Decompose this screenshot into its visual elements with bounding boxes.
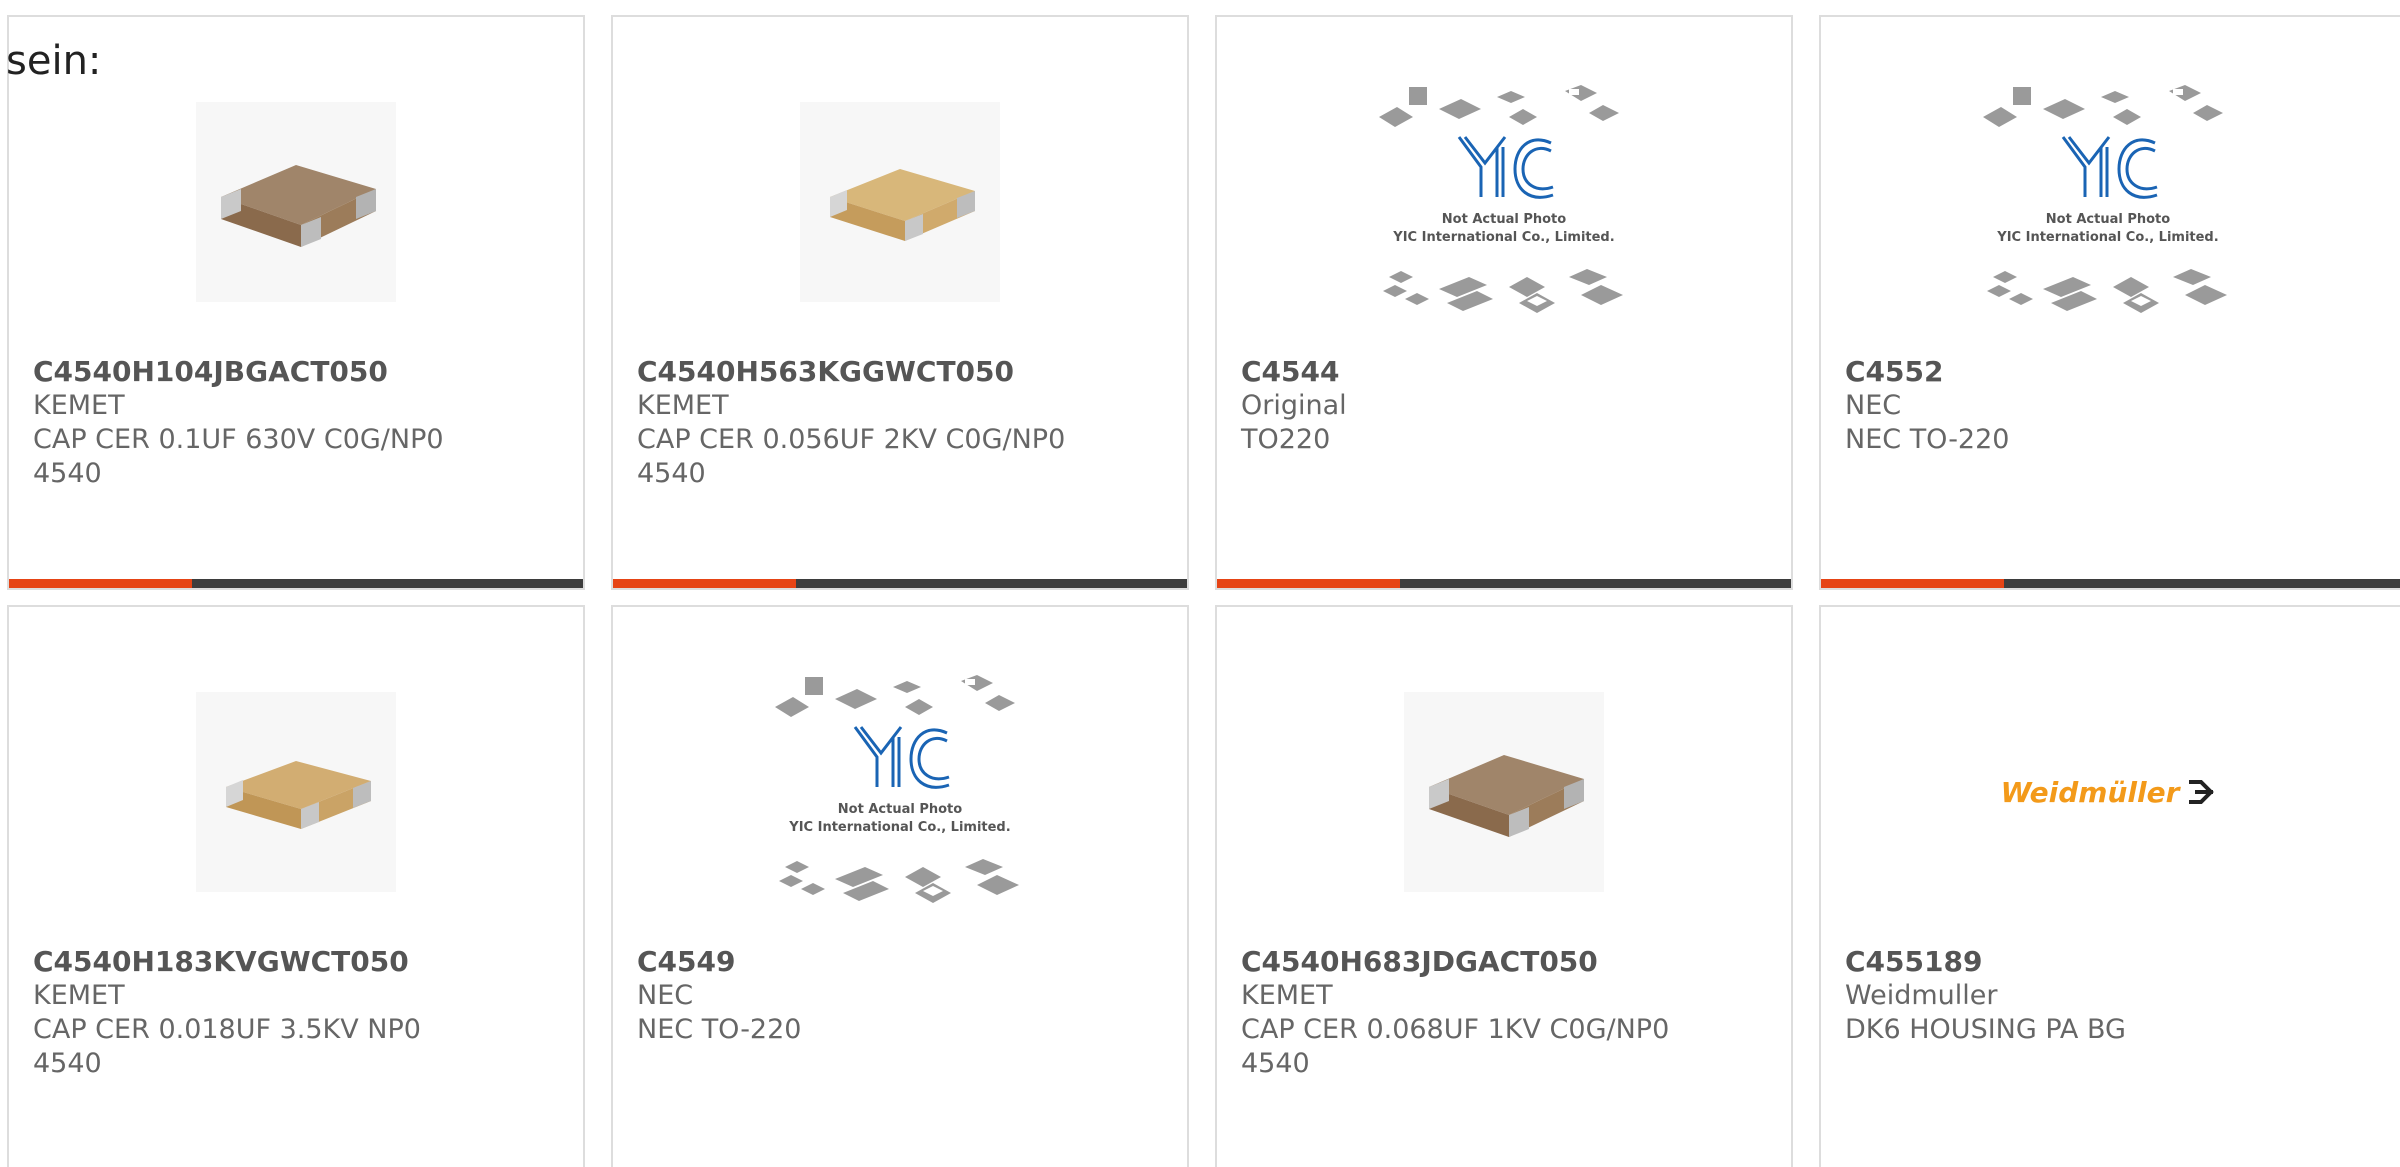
- product-card[interactable]: C4540H104JBGACT050 KEMET CAP CER 0.1UF 6…: [7, 15, 585, 590]
- ceramic-capacitor-image: [800, 102, 1000, 302]
- description: NEC TO-220: [637, 1014, 802, 1045]
- manufacturer: NEC: [637, 980, 694, 1011]
- image-caption-1: Not Actual Photo: [838, 802, 962, 817]
- description: CAP CER 0.018UF 3.5KV NP0: [33, 1014, 421, 1045]
- yic-placeholder-image: Not Actual Photo YIC International Co., …: [775, 675, 1019, 903]
- product-info: C455189 Weidmuller DK6 HOUSING PA BG: [1845, 945, 2382, 1047]
- product-info: C4540H563KGGWCT050 KEMET CAP CER 0.056UF…: [637, 355, 1167, 491]
- product-card[interactable]: Not Actual Photo YIC International Co., …: [1819, 15, 2400, 590]
- part-number[interactable]: C4549: [637, 945, 1167, 979]
- product-card[interactable]: C4540H563KGGWCT050 KEMET CAP CER 0.056UF…: [611, 15, 1189, 590]
- manufacturer: KEMET: [1241, 980, 1333, 1011]
- manufacturer: KEMET: [33, 390, 125, 421]
- image-caption-1: Not Actual Photo: [2046, 212, 2170, 227]
- ceramic-capacitor-image: [1404, 692, 1604, 892]
- weidmuller-symbol-icon: [2189, 780, 2215, 804]
- product-image[interactable]: Not Actual Photo YIC International Co., …: [1217, 77, 1791, 327]
- manufacturer: KEMET: [33, 980, 125, 1011]
- part-number[interactable]: C4540H683JDGACT050: [1241, 945, 1771, 979]
- image-caption-1: Not Actual Photo: [1442, 212, 1566, 227]
- product-image[interactable]: [9, 77, 583, 327]
- logo-text: Weidmüller: [2000, 775, 2180, 809]
- manufacturer: NEC: [1845, 390, 1902, 421]
- part-number[interactable]: C4540H104JBGACT050: [33, 355, 563, 389]
- product-info: C4540H183KVGWCT050 KEMET CAP CER 0.018UF…: [33, 945, 563, 1081]
- product-image[interactable]: Not Actual Photo YIC International Co., …: [1821, 77, 2395, 327]
- ceramic-capacitor-image: [196, 692, 396, 892]
- accent-bar: [9, 579, 192, 588]
- manufacturer: KEMET: [637, 390, 729, 421]
- package: 4540: [33, 1048, 102, 1079]
- description: CAP CER 0.056UF 2KV C0G/NP0: [637, 424, 1066, 455]
- product-card[interactable]: Weidmüller C455189 Weidmuller DK6 HOUSIN…: [1819, 605, 2400, 1167]
- accent-bar: [1217, 579, 1400, 588]
- part-number[interactable]: C4540H563KGGWCT050: [637, 355, 1167, 389]
- part-number[interactable]: C4544: [1241, 355, 1771, 389]
- package: 4540: [1241, 1048, 1310, 1079]
- image-caption-2: YIC International Co., Limited.: [1996, 230, 2218, 245]
- product-info: C4552 NEC NEC TO-220: [1845, 355, 2382, 457]
- product-info: C4540H104JBGACT050 KEMET CAP CER 0.1UF 6…: [33, 355, 563, 491]
- part-number[interactable]: C4552: [1845, 355, 2382, 389]
- card-bottom-bar: [1821, 579, 2400, 588]
- image-caption-2: YIC International Co., Limited.: [1392, 230, 1614, 245]
- product-info: C4544 Original TO220: [1241, 355, 1771, 457]
- description: TO220: [1241, 424, 1331, 455]
- description: CAP CER 0.1UF 630V C0G/NP0: [33, 424, 444, 455]
- manufacturer: Weidmuller: [1845, 980, 1998, 1011]
- package: 4540: [33, 458, 102, 489]
- product-card[interactable]: C4540H183KVGWCT050 KEMET CAP CER 0.018UF…: [7, 605, 585, 1167]
- product-card[interactable]: C4540H683JDGACT050 KEMET CAP CER 0.068UF…: [1215, 605, 1793, 1167]
- product-image[interactable]: [613, 77, 1187, 327]
- weidmuller-logo: Weidmüller: [2001, 776, 2216, 809]
- description: DK6 HOUSING PA BG: [1845, 1014, 2126, 1045]
- product-image[interactable]: [9, 667, 583, 917]
- accent-bar: [1821, 579, 2004, 588]
- package: 4540: [637, 458, 706, 489]
- accent-bar: [613, 579, 796, 588]
- card-bottom-bar: [9, 579, 583, 588]
- product-image[interactable]: Weidmüller: [1821, 667, 2395, 917]
- product-card[interactable]: Not Actual Photo YIC International Co., …: [1215, 15, 1793, 590]
- ceramic-capacitor-image: [196, 102, 396, 302]
- manufacturer: Original: [1241, 390, 1347, 421]
- product-info: C4549 NEC NEC TO-220: [637, 945, 1167, 1047]
- image-caption-2: YIC International Co., Limited.: [788, 820, 1010, 835]
- intro-text: sein:: [6, 38, 102, 84]
- card-bottom-bar: [613, 579, 1187, 588]
- product-info: C4540H683JDGACT050 KEMET CAP CER 0.068UF…: [1241, 945, 1771, 1081]
- product-card[interactable]: Not Actual Photo YIC International Co., …: [611, 605, 1189, 1167]
- yic-placeholder-image: Not Actual Photo YIC International Co., …: [1379, 85, 1623, 313]
- description: CAP CER 0.068UF 1KV C0G/NP0: [1241, 1014, 1670, 1045]
- part-number[interactable]: C455189: [1845, 945, 2382, 979]
- yic-placeholder-image: Not Actual Photo YIC International Co., …: [1983, 85, 2227, 313]
- part-number[interactable]: C4540H183KVGWCT050: [33, 945, 563, 979]
- product-image[interactable]: [1217, 667, 1791, 917]
- description: NEC TO-220: [1845, 424, 2010, 455]
- product-image[interactable]: Not Actual Photo YIC International Co., …: [613, 667, 1187, 917]
- product-grid-page: sein: C4540H104JBGACT050 KEMET CAP CER 0…: [0, 0, 2400, 1167]
- card-bottom-bar: [1217, 579, 1791, 588]
